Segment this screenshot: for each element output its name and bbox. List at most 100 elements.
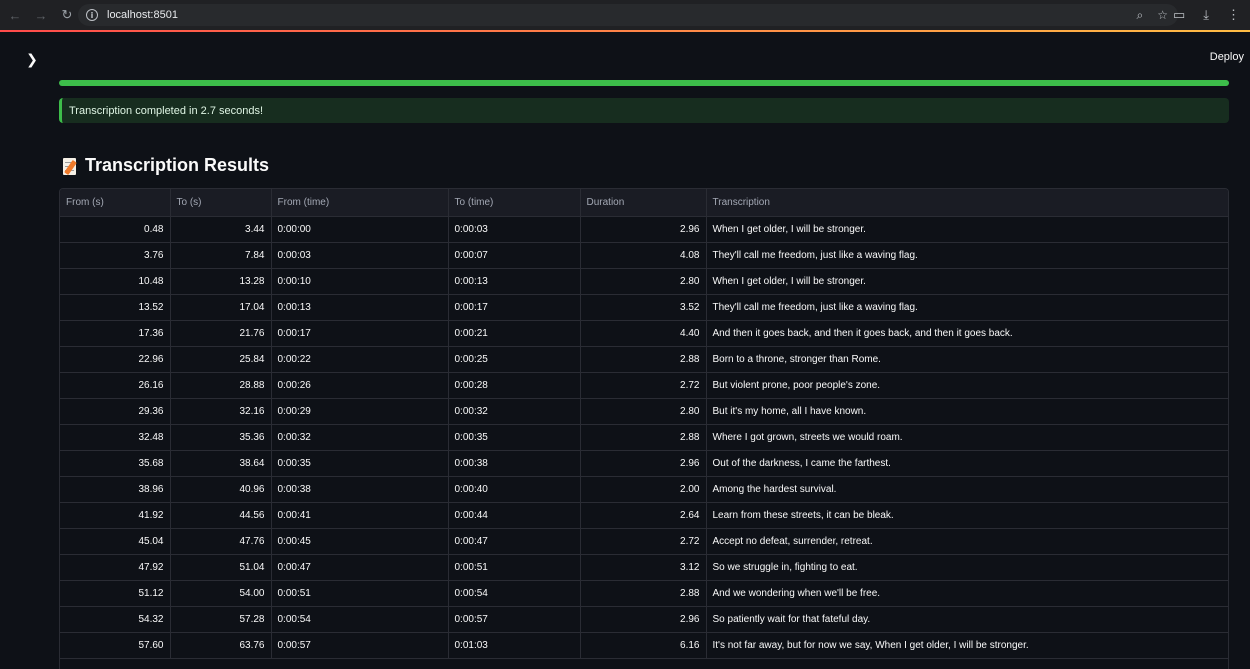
table-cell[interactable]: 35.36 [170, 424, 272, 451]
table-cell[interactable]: So patiently wait for that fateful day. [706, 606, 1228, 633]
table-row[interactable]: 51.12 54.00 0:00:51 0:00:54 2.88 And we wonde… [60, 580, 1228, 607]
table-cell[interactable]: 35.68 [60, 450, 171, 477]
table-cell[interactable]: 0:00:57 [271, 632, 449, 659]
reload-icon[interactable]: ↻ [54, 0, 80, 30]
table-cell[interactable]: Learn from these streets, it can be blea… [706, 502, 1228, 529]
table-cell[interactable]: And then it goes back, and then it goes … [706, 320, 1228, 347]
table-cell[interactable]: 3.52 [580, 294, 707, 321]
table-cell[interactable]: 0:00:44 [448, 502, 581, 529]
download-icon[interactable]: ⤓ [1203, 7, 1209, 23]
table-row[interactable]: 45.04 47.76 0:00:45 0:00:47 2.72 Accept no de… [60, 528, 1228, 555]
table-cell[interactable]: 45.04 [60, 528, 171, 555]
table-cell[interactable]: 0:00:40 [448, 476, 581, 503]
table-cell[interactable]: 13.52 [60, 294, 171, 321]
table-cell[interactable]: 3.12 [580, 554, 707, 581]
table-cell[interactable]: 2.72 [580, 528, 707, 555]
column-header[interactable]: Transcription [706, 189, 1228, 217]
table-cell[interactable]: 2.96 [580, 606, 707, 633]
table-cell[interactable]: 28.88 [170, 372, 272, 399]
zoom-icon[interactable]: ⌕ [1137, 8, 1144, 23]
table-cell[interactable]: 0:00:51 [448, 554, 581, 581]
deploy-button[interactable]: Deploy [1210, 51, 1244, 63]
table-cell[interactable]: 32.16 [170, 398, 272, 425]
table-cell[interactable]: 0:00:54 [271, 606, 449, 633]
table-cell[interactable]: 51.12 [60, 580, 171, 607]
table-cell[interactable]: It's not far away, but for now we say, W… [706, 632, 1228, 659]
table-row[interactable]: 54.32 57.28 0:00:54 0:00:57 2.96 So patiently… [60, 606, 1228, 633]
table-cell[interactable]: 0:00:47 [448, 528, 581, 555]
table-row[interactable]: 32.48 35.36 0:00:32 0:00:35 2.88 Where I got … [60, 424, 1228, 451]
table-cell[interactable]: 0:00:17 [448, 294, 581, 321]
table-cell[interactable]: They'll call me freedom, just like a wav… [706, 242, 1228, 269]
table-cell[interactable]: 38.64 [170, 450, 272, 477]
table-cell[interactable]: 22.96 [60, 346, 171, 373]
column-header[interactable]: From (s) [60, 189, 171, 217]
table-cell[interactable]: 57.28 [170, 606, 272, 633]
table-cell[interactable]: 25.84 [170, 346, 272, 373]
column-header[interactable]: From (time) [271, 189, 449, 217]
table-cell[interactable]: 2.96 [580, 450, 707, 477]
back-arrow-icon[interactable]: ← [2, 0, 28, 30]
table-cell[interactable]: 54.00 [170, 580, 272, 607]
table-cell[interactable]: 3.76 [60, 242, 171, 269]
table-cell[interactable]: 0:00:10 [271, 268, 449, 295]
table-cell[interactable]: 0:00:26 [271, 372, 449, 399]
table-cell[interactable]: Born to a throne, stronger than Rome. [706, 346, 1228, 373]
table-cell[interactable]: 0:00:22 [271, 346, 449, 373]
table-cell[interactable]: 0:00:35 [448, 424, 581, 451]
table-cell[interactable]: 0:00:54 [448, 580, 581, 607]
table-row[interactable]: 29.36 32.16 0:00:29 0:00:32 2.80 But it's my … [60, 398, 1228, 425]
table-cell[interactable]: 0:00:45 [271, 528, 449, 555]
table-cell[interactable]: 29.36 [60, 398, 171, 425]
table-cell[interactable]: 0:01:03 [448, 632, 581, 659]
table-row[interactable]: 47.92 51.04 0:00:47 0:00:51 3.12 So we strugg… [60, 554, 1228, 581]
table-cell[interactable]: 0:00:57 [448, 606, 581, 633]
table-cell[interactable]: 21.76 [170, 320, 272, 347]
table-cell[interactable]: 0:00:25 [448, 346, 581, 373]
table-cell[interactable]: 47.76 [170, 528, 272, 555]
table-cell[interactable]: 0:00:03 [448, 216, 581, 243]
table-cell[interactable]: When I get older, I will be stronger. [706, 268, 1228, 295]
table-cell[interactable]: Accept no defeat, surrender, retreat. [706, 528, 1228, 555]
column-header[interactable]: To (s) [170, 189, 272, 217]
results-dataframe[interactable]: From (s) To (s) From (time) To (time) Durati… [59, 188, 1229, 669]
table-cell[interactable]: 0:00:17 [271, 320, 449, 347]
menu-icon[interactable]: ⋮ [1227, 7, 1240, 23]
table-cell[interactable]: 0:00:07 [448, 242, 581, 269]
table-cell[interactable]: Out of the darkness, I came the farthest… [706, 450, 1228, 477]
table-cell[interactable]: 0:00:03 [271, 242, 449, 269]
table-cell[interactable]: When I get older, I will be stronger. [706, 216, 1228, 243]
table-cell[interactable]: 47.92 [60, 554, 171, 581]
table-row[interactable]: 17.36 21.76 0:00:17 0:00:21 4.40 And then it … [60, 320, 1228, 347]
table-cell[interactable]: 6.16 [580, 632, 707, 659]
column-header[interactable]: To (time) [448, 189, 581, 217]
table-cell[interactable]: 51.04 [170, 554, 272, 581]
table-cell[interactable]: 38.96 [60, 476, 171, 503]
address-bar[interactable]: i localhost:8501 ⌕ ☆ [78, 4, 1178, 26]
table-cell[interactable]: 2.72 [580, 372, 707, 399]
table-cell[interactable]: 0:00:38 [271, 476, 449, 503]
table-cell[interactable]: 2.64 [580, 502, 707, 529]
table-cell[interactable]: 3.44 [170, 216, 272, 243]
table-cell[interactable]: 2.80 [580, 268, 707, 295]
table-cell[interactable]: But it's my home, all I have known. [706, 398, 1228, 425]
table-cell[interactable]: 57.60 [60, 632, 171, 659]
table-cell[interactable]: 0:00:32 [271, 424, 449, 451]
table-cell[interactable]: 2.88 [580, 424, 707, 451]
table-cell[interactable]: 32.48 [60, 424, 171, 451]
table-cell[interactable]: Where I got grown, streets we would roam… [706, 424, 1228, 451]
bookmark-star-icon[interactable]: ☆ [1157, 8, 1168, 22]
extensions-icon[interactable]: ▭ [1173, 7, 1185, 23]
table-cell[interactable]: 0:00:32 [448, 398, 581, 425]
table-cell[interactable]: 26.16 [60, 372, 171, 399]
table-cell[interactable]: 2.88 [580, 346, 707, 373]
table-cell[interactable]: 17.04 [170, 294, 272, 321]
table-row[interactable]: 38.96 40.96 0:00:38 0:00:40 2.00 Among the ha… [60, 476, 1228, 503]
table-cell[interactable]: 13.28 [170, 268, 272, 295]
table-cell[interactable]: 0.48 [60, 216, 171, 243]
table-cell[interactable]: 0:00:29 [271, 398, 449, 425]
table-cell[interactable]: 0:00:35 [271, 450, 449, 477]
table-row[interactable]: 0.48 3.44 0:00:00 0:00:03 2.96 When I get old… [60, 216, 1228, 243]
table-cell[interactable]: 2.96 [580, 216, 707, 243]
table-cell[interactable]: But violent prone, poor people's zone. [706, 372, 1228, 399]
